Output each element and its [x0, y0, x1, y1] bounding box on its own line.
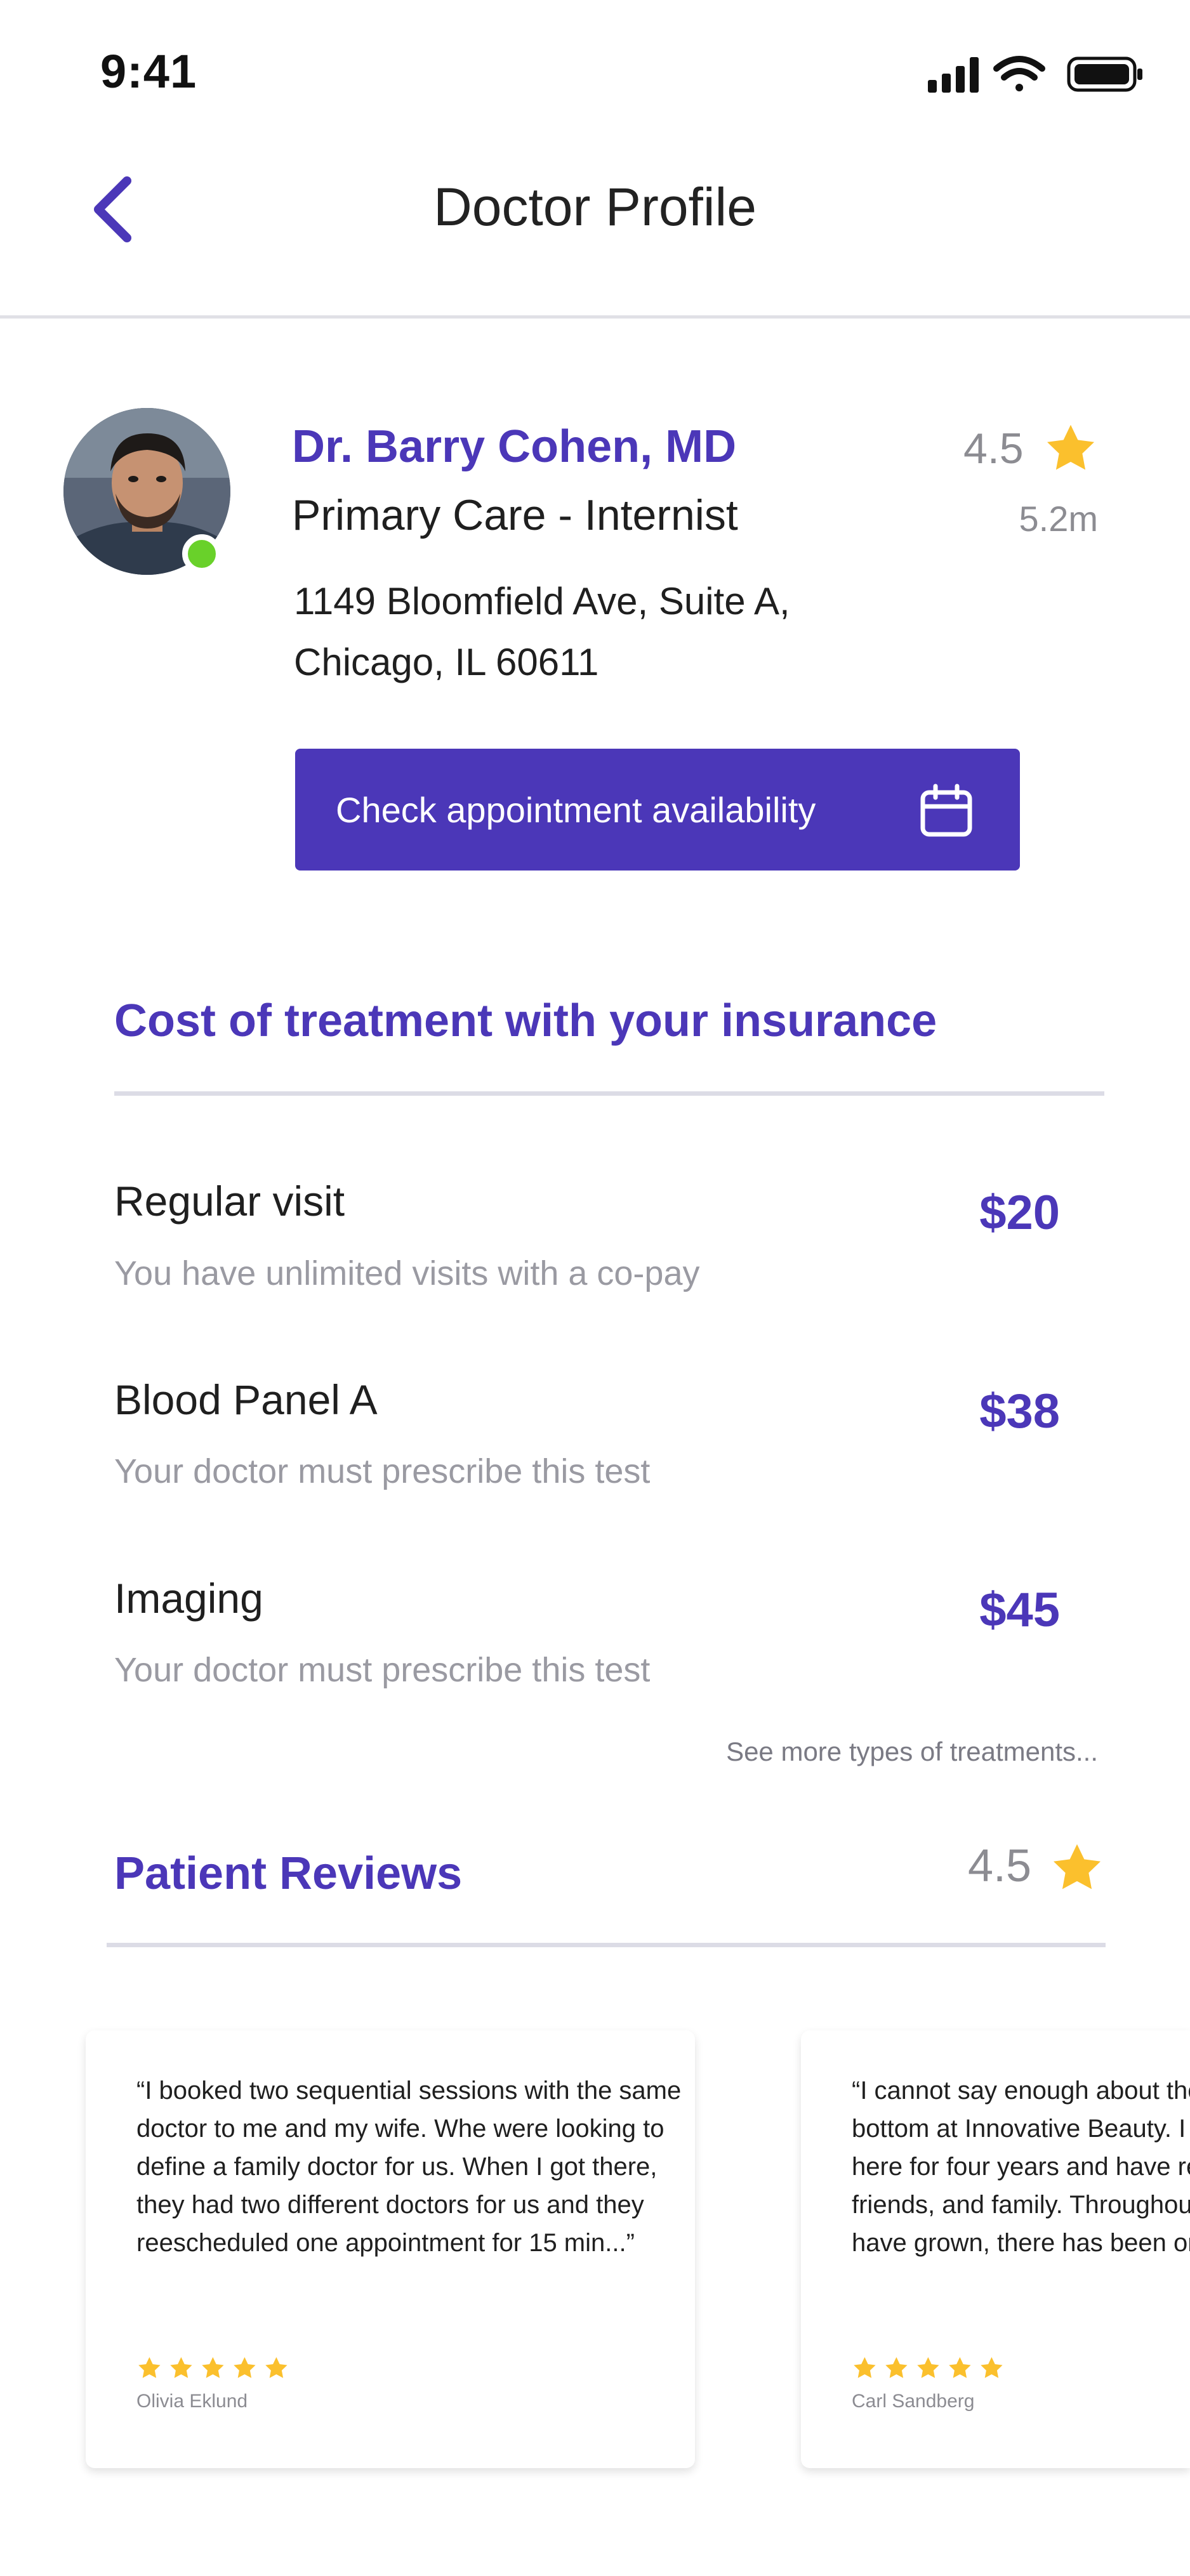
treatment-description: You have unlimited visits with a co-pay: [114, 1254, 700, 1292]
treatment-price: $20: [979, 1186, 1060, 1240]
doctor-address: 1149 Bloomfield Ave, Suite A, Chicago, I…: [294, 571, 790, 693]
review-card[interactable]: “I cannot say enough about the staff fro…: [801, 2030, 1190, 2468]
review-card[interactable]: “I booked two sequential sessions with t…: [86, 2030, 695, 2468]
page-title: Doctor Profile: [433, 177, 757, 237]
star-icon: [1047, 424, 1095, 470]
treatment-price: $38: [979, 1384, 1060, 1438]
online-status-dot: [182, 534, 221, 574]
address-line-1: 1149 Bloomfield Ave, Suite A,: [294, 580, 790, 622]
check-availability-label: Check appointment availability: [336, 790, 816, 830]
treatment-price: $45: [979, 1583, 1060, 1637]
doctor-specialty: Primary Care - Internist: [292, 491, 738, 539]
star-icon: [854, 2357, 1003, 2378]
check-availability-button[interactable]: Check appointment availability: [295, 749, 1020, 871]
treatment-name: Blood Panel A: [114, 1376, 378, 1423]
treatment-description: Your doctor must prescribe this test: [114, 1452, 651, 1490]
star-icon: [138, 2357, 288, 2378]
doctor-distance: 5.2m: [1019, 499, 1099, 539]
calendar-icon: [920, 784, 972, 837]
reviews-section-title: Patient Reviews: [114, 1848, 463, 1899]
status-icons: [928, 56, 1142, 93]
insurance-section-title: Cost of treatment with your insurance: [114, 996, 937, 1046]
reviews-divider: [107, 1943, 1106, 1947]
doctor-rating: 4.5: [963, 424, 1024, 473]
treatment-description: Your doctor must prescribe this test: [114, 1651, 651, 1689]
review-stars: [854, 2357, 1003, 2378]
reviewer-name: Carl Sandberg: [852, 2391, 975, 2412]
review-text: “I cannot say enough about the staff fro…: [852, 2077, 1190, 2257]
status-time: 9:41: [100, 45, 197, 98]
treatment-name: Regular visit: [114, 1178, 345, 1225]
treatment-name: Imaging: [114, 1575, 263, 1622]
reviews-rating: 4.5: [968, 1841, 1032, 1891]
insurance-divider: [114, 1091, 1104, 1096]
signal-icon: [928, 57, 979, 93]
battery-icon: [1067, 56, 1142, 92]
address-line-2: Chicago, IL 60611: [294, 641, 599, 683]
doctor-name: Dr. Barry Cohen, MD: [292, 421, 737, 472]
star-icon: [1053, 1844, 1101, 1889]
see-more-treatments-link[interactable]: See more types of treatments...: [571, 1737, 1098, 1767]
review-stars: [138, 2357, 288, 2378]
review-text: “I booked two sequential sessions with t…: [136, 2077, 682, 2257]
nav-divider: [0, 315, 1190, 319]
wifi-icon: [993, 56, 1045, 91]
reviewer-name: Olivia Eklund: [136, 2391, 248, 2412]
